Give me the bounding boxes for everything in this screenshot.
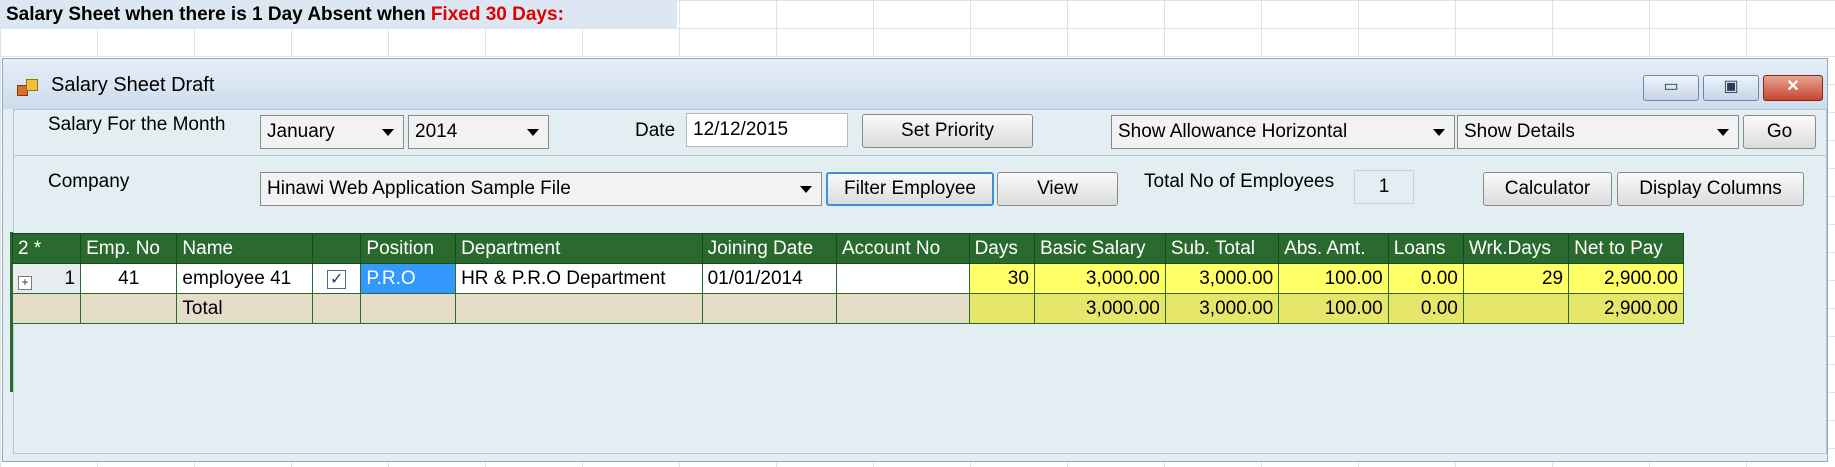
emp-no-cell[interactable]: 41 <box>80 263 178 294</box>
set-priority-button[interactable]: Set Priority <box>862 114 1033 148</box>
wrk-days-cell[interactable]: 29 <box>1462 263 1570 294</box>
chevron-down-icon <box>800 186 812 193</box>
details-mode-value: Show Details <box>1464 121 1575 142</box>
sub-total-cell[interactable]: 3,000.00 <box>1164 263 1280 294</box>
column-header[interactable]: Name <box>176 233 314 264</box>
column-header[interactable]: Sub. Total <box>1164 233 1280 264</box>
chevron-down-icon <box>1433 129 1445 136</box>
column-header[interactable]: Days <box>968 233 1035 264</box>
total-empty-cell <box>80 293 178 324</box>
total-wrk-days <box>1462 293 1570 324</box>
total-days-cell <box>968 293 1035 324</box>
total-empty-cell <box>312 293 362 324</box>
column-header[interactable]: Loans <box>1387 233 1464 264</box>
days-cell[interactable]: 30 <box>968 263 1035 294</box>
column-header[interactable]: Position <box>360 233 457 264</box>
details-mode-select[interactable]: Show Details <box>1457 115 1739 149</box>
column-header[interactable]: Joining Date <box>701 233 837 264</box>
minimize-button[interactable]: ▭ <box>1643 75 1699 101</box>
grid-header-row: 2 * Emp. No Name Position Department Joi… <box>11 233 1684 264</box>
sheet-banner: Salary Sheet when there is 1 Day Absent … <box>0 0 677 29</box>
total-net-to-pay: 2,900.00 <box>1568 293 1684 324</box>
chevron-down-icon <box>382 129 394 136</box>
total-row-header <box>11 293 82 324</box>
loans-cell[interactable]: 0.00 <box>1387 263 1464 294</box>
column-header[interactable]: Wrk.Days <box>1462 233 1570 264</box>
column-header[interactable]: Emp. No <box>80 233 178 264</box>
column-header[interactable]: Department <box>455 233 703 264</box>
name-cell[interactable]: employee 41 <box>176 263 314 294</box>
allowance-mode-select[interactable]: Show Allowance Horizontal <box>1111 115 1455 149</box>
filter-employee-button[interactable]: Filter Employee <box>826 172 994 206</box>
salary-month-label: Salary For the Month <box>48 114 226 135</box>
total-empty-cell <box>701 293 837 324</box>
basic-salary-cell[interactable]: 3,000.00 <box>1033 263 1166 294</box>
date-field[interactable]: 12/12/2015 <box>686 113 848 147</box>
column-header[interactable]: Basic Salary <box>1033 233 1166 264</box>
allowance-mode-value: Show Allowance Horizontal <box>1118 121 1348 142</box>
total-empty-cell <box>835 293 970 324</box>
maximize-button[interactable]: ▣ <box>1703 75 1759 101</box>
row-separator <box>14 155 1826 156</box>
abs-amt-cell[interactable]: 100.00 <box>1278 263 1389 294</box>
total-row: Total 3,000.00 3,000.00 100.00 0.00 2,90… <box>11 293 1684 324</box>
banner-highlight: Fixed 30 Days: <box>430 4 564 25</box>
go-button[interactable]: Go <box>1743 115 1816 149</box>
expand-icon[interactable]: + <box>18 275 32 290</box>
table-row[interactable]: +1 41 employee 41 ✓ P.R.O HR & P.R.O Dep… <box>11 263 1684 294</box>
total-abs-amt: 100.00 <box>1278 293 1389 324</box>
company-select[interactable]: Hinawi Web Application Sample File <box>260 172 822 206</box>
total-empty-cell <box>455 293 703 324</box>
total-sub-total: 3,000.00 <box>1164 293 1280 324</box>
total-employees-label: Total No of Employees <box>1144 171 1335 192</box>
total-empty-cell <box>360 293 457 324</box>
select-cell[interactable]: ✓ <box>312 263 362 294</box>
chevron-down-icon <box>1717 129 1729 136</box>
grid-corner-header[interactable]: 2 * <box>11 233 82 264</box>
total-basic-salary: 3,000.00 <box>1033 293 1166 324</box>
calculator-button[interactable]: Calculator <box>1483 172 1612 206</box>
account-no-cell[interactable] <box>835 263 970 294</box>
joining-date-cell[interactable]: 01/01/2014 <box>701 263 837 294</box>
grid-count: 2 <box>18 237 29 259</box>
company-label: Company <box>48 171 130 192</box>
close-button[interactable]: ✕ <box>1763 75 1823 101</box>
column-header[interactable] <box>312 233 362 264</box>
row-number: 1 <box>64 267 76 289</box>
column-header[interactable]: Abs. Amt. <box>1278 233 1389 264</box>
total-loans: 0.00 <box>1387 293 1464 324</box>
window-title: Salary Sheet Draft <box>51 74 215 96</box>
column-header[interactable]: Account No <box>835 233 970 264</box>
year-value: 2014 <box>415 121 458 142</box>
chevron-down-icon <box>527 129 539 136</box>
net-to-pay-cell[interactable]: 2,900.00 <box>1568 263 1684 294</box>
display-columns-button[interactable]: Display Columns <box>1617 172 1804 206</box>
position-cell[interactable]: P.R.O <box>360 263 457 294</box>
salary-grid: 2 * Emp. No Name Position Department Joi… <box>11 233 1684 324</box>
month-value: January <box>267 121 335 142</box>
total-employees-count: 1 <box>1354 170 1414 204</box>
title-bar[interactable]: Salary Sheet Draft ▭ ▣ ✕ <box>3 59 1827 109</box>
row-header[interactable]: +1 <box>11 263 82 294</box>
column-header[interactable]: Net to Pay <box>1568 233 1684 264</box>
view-button[interactable]: View <box>997 172 1118 206</box>
department-cell[interactable]: HR & P.R.O Department <box>455 263 703 294</box>
grid-star: * <box>33 237 42 259</box>
month-select[interactable]: January <box>260 115 404 149</box>
total-label: Total <box>176 293 314 324</box>
year-select[interactable]: 2014 <box>408 115 549 149</box>
row-checkbox[interactable]: ✓ <box>327 269 347 289</box>
app-icon <box>17 79 39 97</box>
banner-text: Salary Sheet when there is 1 Day Absent … <box>6 4 431 25</box>
company-value: Hinawi Web Application Sample File <box>267 178 571 199</box>
date-label: Date <box>635 120 676 141</box>
